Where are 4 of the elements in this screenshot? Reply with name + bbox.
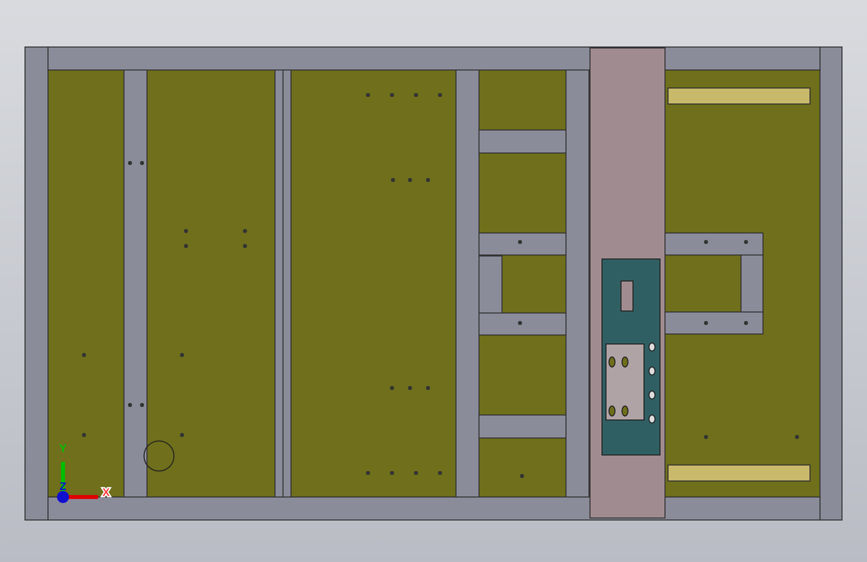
axis-label: Y	[59, 443, 67, 455]
axis-label: X	[102, 487, 110, 499]
axis-origin-icon	[57, 491, 69, 503]
axis-label: Z	[60, 481, 66, 493]
